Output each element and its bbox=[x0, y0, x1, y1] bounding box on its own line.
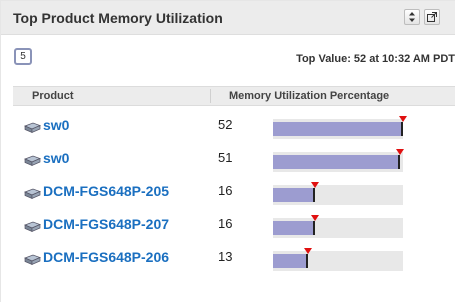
table-row: sw0 51 bbox=[1, 149, 455, 186]
product-link[interactable]: DCM-FGS648P-207 bbox=[43, 216, 169, 232]
memory-utilization-widget: Top Product Memory Utilization 5 Top Val… bbox=[0, 0, 455, 302]
popout-icon bbox=[427, 12, 437, 22]
top-value-marker bbox=[396, 149, 404, 155]
utilization-bar bbox=[273, 155, 400, 169]
table-row: DCM-FGS648P-205 16 bbox=[1, 182, 455, 219]
widget-title: Top Product Memory Utilization bbox=[13, 10, 223, 26]
sort-arrows-icon bbox=[409, 12, 415, 22]
utilization-bar-track bbox=[273, 149, 404, 172]
top-value-marker bbox=[304, 248, 312, 254]
product-link[interactable]: sw0 bbox=[43, 150, 69, 166]
network-switch-icon bbox=[24, 155, 41, 167]
network-switch-icon bbox=[24, 122, 41, 134]
top-value-marker bbox=[311, 182, 319, 188]
memory-value: 13 bbox=[218, 249, 233, 264]
utilization-bar-track bbox=[273, 215, 403, 238]
table-row: DCM-FGS648P-207 16 bbox=[1, 215, 455, 252]
column-header-product[interactable]: Product bbox=[32, 90, 74, 102]
table-header: Product Memory Utilization Percentage bbox=[13, 86, 455, 106]
product-link[interactable]: sw0 bbox=[43, 117, 69, 133]
network-switch-icon bbox=[24, 188, 41, 200]
product-link[interactable]: DCM-FGS648P-206 bbox=[43, 249, 169, 265]
memory-value: 16 bbox=[218, 216, 233, 231]
popout-button[interactable] bbox=[424, 9, 440, 25]
product-link[interactable]: DCM-FGS648P-205 bbox=[43, 183, 169, 199]
top-value-marker bbox=[311, 215, 319, 221]
utilization-bar-track bbox=[273, 182, 403, 205]
memory-value: 51 bbox=[218, 150, 233, 165]
column-header-memory[interactable]: Memory Utilization Percentage bbox=[229, 90, 389, 102]
utilization-bar bbox=[273, 188, 315, 202]
utilization-bar bbox=[273, 254, 308, 268]
widget-header: Top Product Memory Utilization bbox=[1, 1, 455, 35]
top-count-selector[interactable]: 5 bbox=[14, 48, 32, 65]
top-value-marker bbox=[399, 116, 407, 122]
top-value-text: Top Value: 52 at 10:32 AM PDT bbox=[296, 53, 455, 65]
memory-value: 16 bbox=[218, 183, 233, 198]
sort-button[interactable] bbox=[404, 9, 420, 25]
table-row: sw0 52 bbox=[1, 116, 455, 153]
utilization-bar bbox=[273, 122, 403, 136]
utilization-bar bbox=[273, 221, 315, 235]
table-row: DCM-FGS648P-206 13 bbox=[1, 248, 455, 285]
utilization-bar-track bbox=[273, 116, 407, 139]
column-divider bbox=[210, 89, 211, 103]
utilization-bar-track bbox=[273, 248, 403, 271]
network-switch-icon bbox=[24, 221, 41, 233]
network-switch-icon bbox=[24, 254, 41, 266]
memory-value: 52 bbox=[218, 117, 233, 132]
